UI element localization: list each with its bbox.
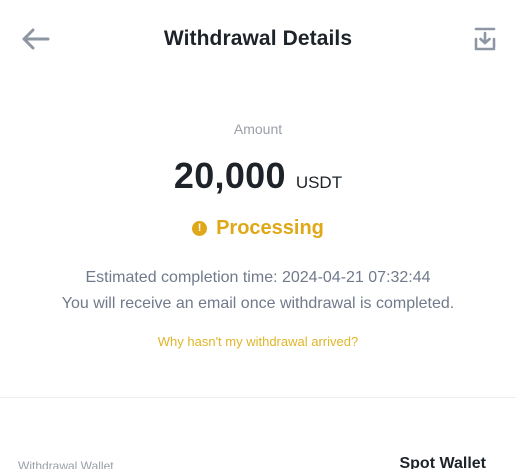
withdrawal-wallet-label: Withdrawal Wallet xyxy=(18,459,114,469)
header-bar: Withdrawal Details xyxy=(0,0,516,80)
info-icon: ! xyxy=(192,221,208,236)
download-button[interactable] xyxy=(470,24,500,54)
withdrawal-wallet-value: Spot Wallet xyxy=(399,455,486,469)
withdrawal-details-page: Withdrawal Details Amount 20,000 USDT ! P… xyxy=(0,0,516,469)
amount-value: 20,000 xyxy=(173,155,286,196)
amount-label: Amount xyxy=(233,121,283,137)
estimated-completion-time: Estimated completion time: 2024-04-21 07… xyxy=(85,269,431,286)
amount-unit: USDT xyxy=(295,173,343,192)
amount-display: 20,000 USDT xyxy=(0,155,516,197)
download-icon xyxy=(474,27,496,51)
status-badge: ! Processing xyxy=(0,217,516,240)
page-title: Withdrawal Details xyxy=(163,27,353,50)
status-text: Processing xyxy=(216,217,324,239)
why-not-arrived-link[interactable]: Why hasn't my withdrawal arrived? xyxy=(0,334,516,349)
email-notice: You will receive an email once withdrawa… xyxy=(61,295,455,312)
section-divider xyxy=(0,397,516,398)
